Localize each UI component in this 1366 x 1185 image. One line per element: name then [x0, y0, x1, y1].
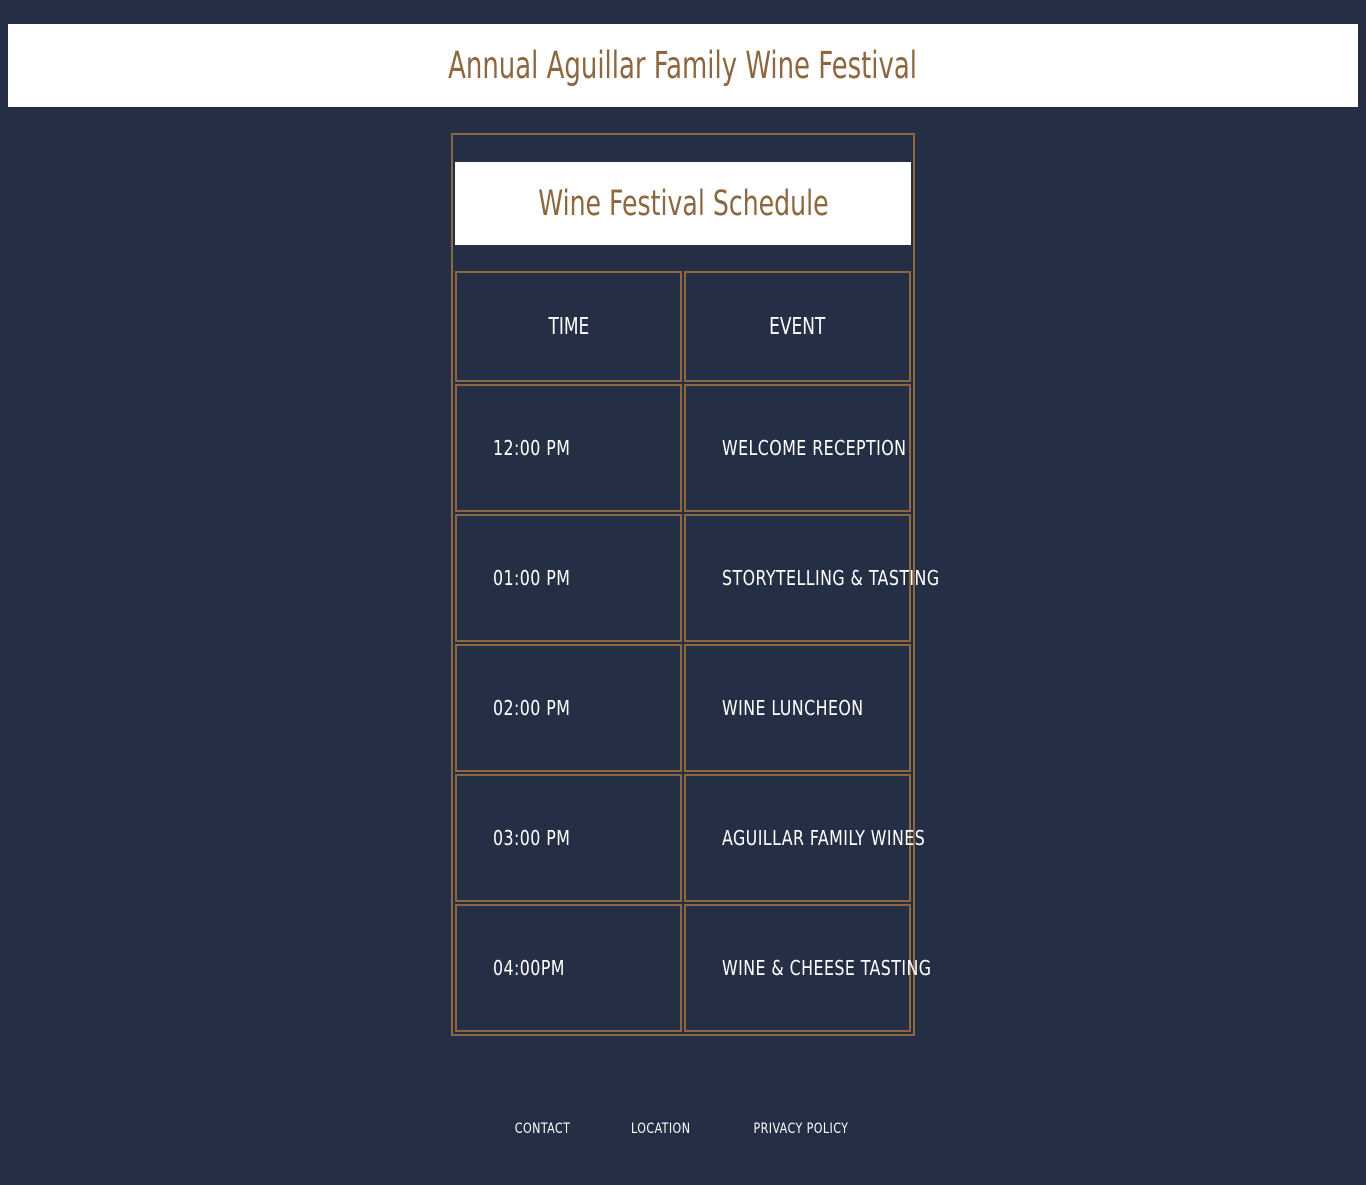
event-cell: WINE & CHEESE TASTING	[684, 904, 931, 1032]
column-header-event: EVENT	[684, 271, 911, 382]
footer-link-privacy-policy[interactable]: PRIVACY POLICY	[753, 1121, 848, 1137]
header-row: TIME EVENT	[455, 271, 911, 382]
caption-row: Wine Festival Schedule	[455, 137, 911, 269]
time-cell: 01:00 PM	[455, 514, 682, 642]
schedule-table: Wine Festival Schedule TIME EVENT 12:00 …	[451, 133, 939, 1036]
table-row: 12:00 PM WELCOME RECEPTION	[455, 384, 911, 512]
event-value: WINE & CHEESE TASTING	[722, 956, 932, 980]
column-header-time-label: TIME	[548, 313, 589, 340]
event-cell: STORYTELLING & TASTING	[684, 514, 939, 642]
event-cell: WINE LUNCHEON	[684, 644, 911, 772]
time-value: 04:00PM	[493, 956, 565, 980]
event-value: WELCOME RECEPTION	[722, 436, 907, 460]
table-row: 03:00 PM AGUILLAR FAMILY WINES	[455, 774, 925, 902]
schedule-caption: Wine Festival Schedule	[537, 183, 829, 224]
time-value: 01:00 PM	[493, 566, 571, 590]
site-title: Annual Aguillar Family Wine Festival	[448, 44, 918, 87]
footer-link-contact[interactable]: CONTACT	[515, 1121, 571, 1137]
time-value: 03:00 PM	[493, 826, 571, 850]
footer-link-location[interactable]: LOCATION	[631, 1121, 690, 1137]
table-row: 04:00PM WINE & CHEESE TASTING	[455, 904, 931, 1032]
column-header-event-label: EVENT	[769, 313, 826, 340]
table-row: 01:00 PM STORYTELLING & TASTING	[455, 514, 939, 642]
time-cell: 04:00PM	[455, 904, 682, 1032]
site-footer: CONTACT LOCATION PRIVACY POLICY	[0, 1118, 1366, 1142]
event-cell: WELCOME RECEPTION	[684, 384, 911, 512]
event-value: STORYTELLING & TASTING	[722, 566, 940, 590]
caption-cell: Wine Festival Schedule	[455, 137, 911, 269]
time-cell: 02:00 PM	[455, 644, 682, 772]
time-value: 02:00 PM	[493, 696, 571, 720]
time-cell: 12:00 PM	[455, 384, 682, 512]
event-value: WINE LUNCHEON	[722, 696, 864, 720]
time-value: 12:00 PM	[493, 436, 571, 460]
column-header-time: TIME	[455, 271, 682, 382]
event-cell: AGUILLAR FAMILY WINES	[684, 774, 925, 902]
site-header: Annual Aguillar Family Wine Festival	[8, 24, 1358, 107]
table-row: 02:00 PM WINE LUNCHEON	[455, 644, 911, 772]
event-value: AGUILLAR FAMILY WINES	[722, 826, 926, 850]
time-cell: 03:00 PM	[455, 774, 682, 902]
schedule-caption-box: Wine Festival Schedule	[455, 162, 911, 245]
